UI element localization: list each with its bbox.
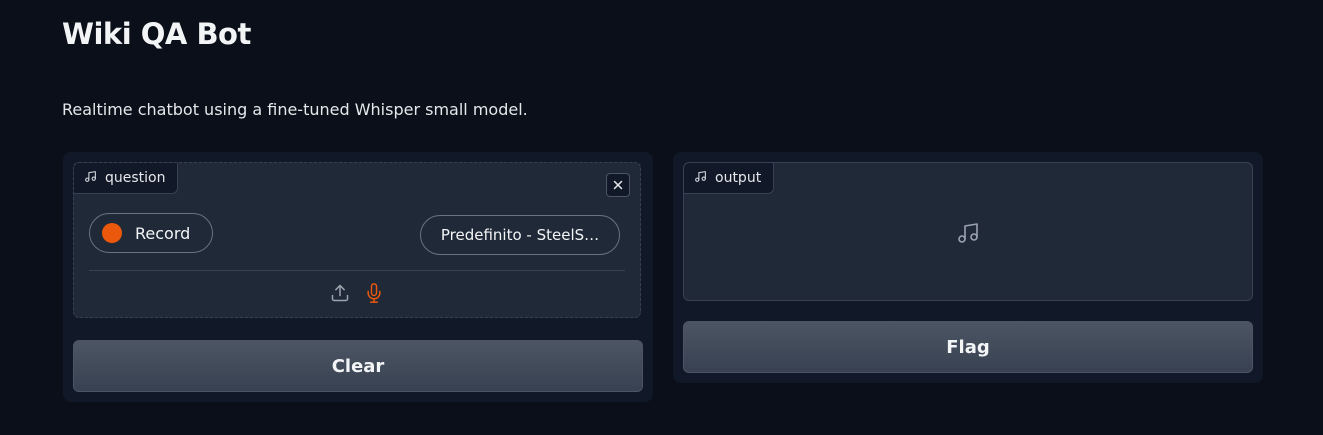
record-dot-icon — [102, 223, 122, 243]
music-note-icon — [958, 223, 978, 243]
output-audio: output — [683, 162, 1253, 301]
question-label: question — [105, 170, 166, 186]
flag-button[interactable]: Flag — [683, 321, 1253, 373]
output-label-tab: output — [684, 163, 775, 194]
microphone-icon[interactable] — [364, 281, 384, 305]
clear-button[interactable]: Clear — [73, 340, 643, 392]
record-label: Record — [135, 223, 191, 243]
device-select-value: Predefinito - SteelS… — [440, 226, 600, 244]
output-label: output — [715, 170, 762, 186]
question-audio-input: question Record Predefinito - SteelS… — [73, 162, 641, 318]
page-title: Wiki QA Bot — [62, 17, 251, 51]
page: Wiki QA Bot Realtime chatbot using a fin… — [0, 0, 1323, 435]
output-panel: output Flag — [673, 152, 1263, 383]
upload-icon[interactable] — [330, 281, 350, 305]
page-description: Realtime chatbot using a fine-tuned Whis… — [62, 100, 528, 119]
input-panel: question Record Predefinito - SteelS… Cl… — [63, 152, 653, 402]
close-icon[interactable] — [606, 173, 630, 197]
source-selector — [74, 281, 640, 305]
divider — [89, 270, 625, 271]
music-note-icon — [694, 170, 707, 187]
music-note-icon — [84, 170, 97, 187]
microphone-device-select[interactable]: Predefinito - SteelS… — [420, 215, 620, 255]
record-button[interactable]: Record — [89, 213, 214, 253]
question-label-tab: question — [74, 163, 179, 194]
